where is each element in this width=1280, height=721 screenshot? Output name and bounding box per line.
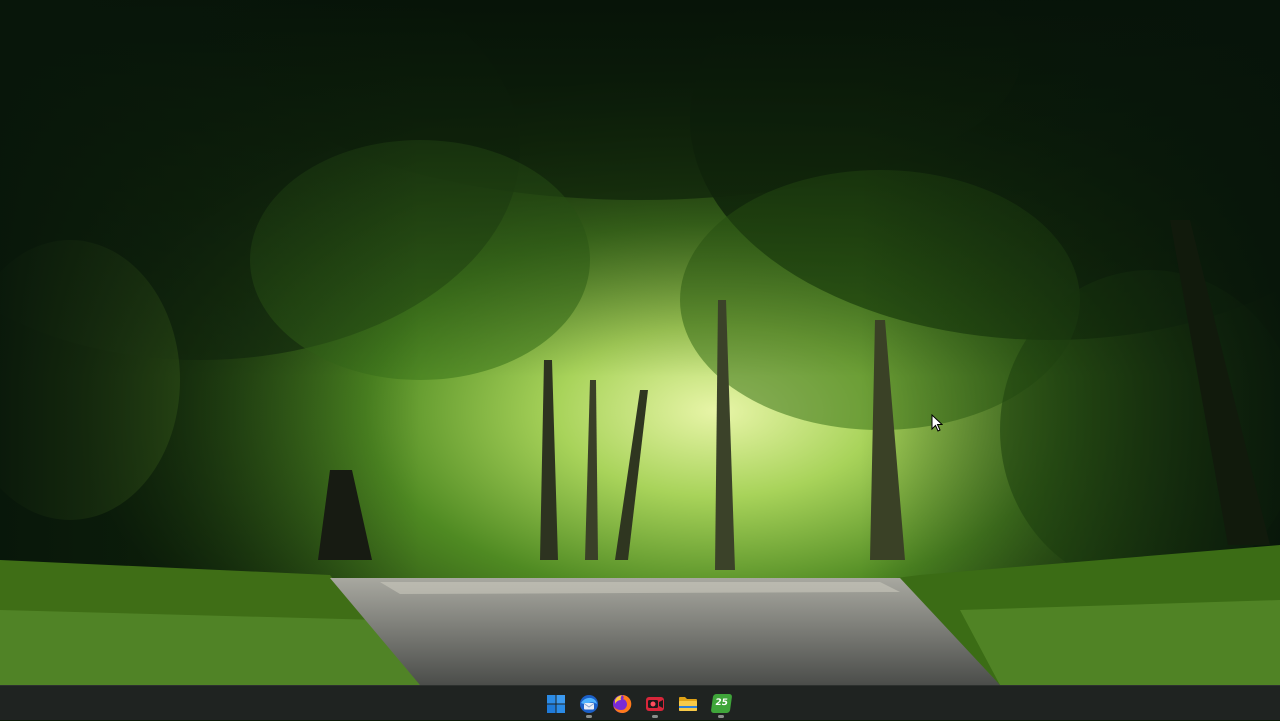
mouse-cursor bbox=[931, 414, 943, 432]
start-button[interactable] bbox=[544, 689, 568, 719]
app-25-button[interactable]: 25 bbox=[709, 689, 733, 719]
app-25-icon: 25 bbox=[710, 694, 732, 713]
app-25-badge-text: 25 bbox=[714, 698, 729, 708]
record-camera-icon bbox=[646, 696, 664, 711]
firefox-icon bbox=[613, 694, 632, 713]
firefox-button[interactable] bbox=[610, 689, 634, 719]
thunderbird-button[interactable] bbox=[577, 689, 601, 719]
taskbar: 25 bbox=[0, 685, 1280, 720]
thunderbird-icon bbox=[580, 694, 598, 713]
running-indicator bbox=[652, 714, 658, 718]
forest-road-wallpaper bbox=[0, 0, 1280, 685]
windows-logo-icon bbox=[547, 694, 565, 713]
running-indicator bbox=[586, 714, 592, 718]
running-indicator bbox=[718, 714, 724, 718]
taskbar-pinned-apps: 25 bbox=[544, 686, 733, 721]
file-explorer-button[interactable] bbox=[676, 689, 700, 719]
screen-recorder-button[interactable] bbox=[643, 689, 667, 719]
folder-icon bbox=[679, 696, 697, 711]
desktop[interactable] bbox=[0, 0, 1280, 685]
